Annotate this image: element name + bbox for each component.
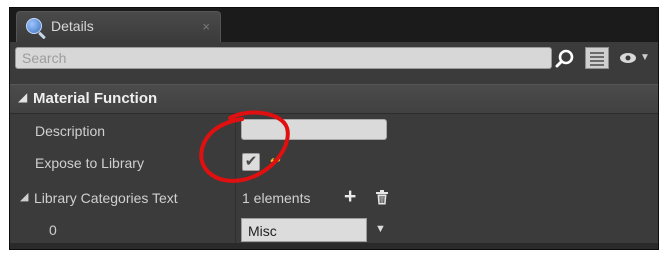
chevron-down-icon[interactable]: ▼ [640, 52, 650, 63]
element-count: 1 elements [242, 190, 311, 206]
search-input[interactable]: Search [15, 47, 552, 69]
grid-view-icon[interactable] [585, 47, 609, 69]
column-divider[interactable] [235, 147, 236, 179]
property-row-library-categories: ◢ Library Categories Text 1 elements + [10, 182, 658, 214]
reset-to-default-icon[interactable]: ↩ [270, 153, 281, 169]
expose-to-library-checkbox[interactable]: ✔ [242, 153, 260, 171]
array-index-label: 0 [49, 222, 57, 238]
search-row: Search ▼ [10, 44, 658, 74]
details-body: Search ▼ ◢ Material Function Description [10, 42, 658, 249]
tab-details[interactable]: Details × [16, 11, 221, 42]
tab-bar: Details × [10, 8, 658, 42]
column-divider[interactable] [235, 115, 236, 147]
expand-arrow-icon[interactable]: ◢ [20, 190, 28, 203]
collapse-arrow-icon[interactable]: ◢ [18, 90, 27, 104]
section-header-material-function[interactable]: ◢ Material Function [10, 84, 658, 114]
panel-bottom-edge [10, 243, 658, 249]
plus-icon[interactable]: + [344, 185, 356, 209]
close-icon[interactable]: × [202, 19, 210, 34]
array-element-row: 0 Misc ▼ [10, 214, 658, 246]
details-magnifier-icon [26, 18, 42, 34]
details-panel: Details × Search ▼ ◢ Material Function D… [9, 7, 659, 250]
category-dropdown[interactable]: Misc [241, 218, 367, 242]
expose-to-library-label: Expose to Library [35, 155, 144, 171]
property-row-expose-to-library: Expose to Library ✔ ↩ [10, 147, 658, 179]
trash-icon[interactable] [376, 190, 388, 205]
search-icon[interactable] [555, 49, 575, 69]
description-label: Description [35, 123, 106, 139]
eye-icon[interactable] [619, 52, 637, 64]
property-row-description: Description [10, 115, 658, 147]
library-categories-label: Library Categories Text [34, 190, 178, 206]
column-divider[interactable] [235, 182, 236, 214]
tab-title: Details [51, 18, 94, 34]
chevron-down-icon[interactable]: ▼ [375, 223, 386, 235]
section-title: Material Function [33, 90, 158, 107]
description-field[interactable] [241, 119, 387, 140]
column-divider[interactable] [235, 214, 236, 246]
